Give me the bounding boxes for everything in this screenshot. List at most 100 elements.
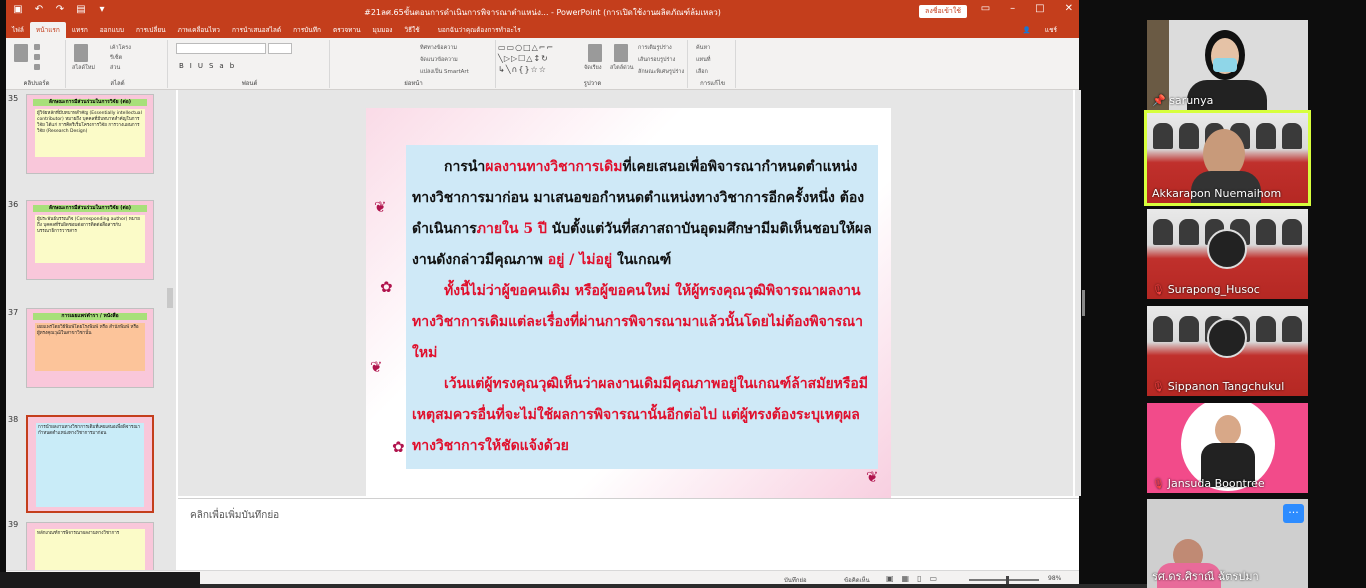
tab-slideshow[interactable]: การนำเสนอสไลด์ bbox=[226, 22, 287, 38]
thumb-body: หลักเกณฑ์การพิจารณาผลงานทางวิชาการ bbox=[35, 529, 145, 571]
participant-face bbox=[1215, 415, 1241, 445]
clipboard-label: คลิปบอร์ด bbox=[23, 80, 50, 87]
tab-design[interactable]: ออกแบบ bbox=[94, 22, 130, 38]
section-button[interactable]: ส่วน bbox=[110, 64, 120, 72]
slide-editor: ❦ ✿ ❦ ✿ ❦ การนำผลงานทางวิชาการเดิมที่เคย… bbox=[178, 90, 1073, 498]
reset-button[interactable]: รีเซ็ต bbox=[110, 54, 122, 62]
slide-thumbnail-35[interactable]: ลักษณะการมีส่วนร่วมในการวิจัย (ต่อ) ผู้ว… bbox=[26, 94, 154, 174]
slides-group: สไลด์ใหม่ เค้าโครง รีเซ็ต ส่วน สไลด์ bbox=[68, 40, 168, 88]
obs-logo-icon bbox=[1207, 229, 1247, 269]
video-tile-sippanon[interactable]: 🎙 Sippanon Tangchukul bbox=[1147, 306, 1308, 396]
shape-fill-button[interactable]: การเติมรูปร่าง bbox=[638, 44, 672, 52]
convert-smartart-button[interactable]: แปลงเป็น SmartArt bbox=[420, 68, 469, 76]
editor-scrollbar[interactable] bbox=[1075, 90, 1081, 496]
thumb-body: เผยแพร่โดยวิธีพิมพ์โดยโรงพิมพ์ หรือ สำนั… bbox=[35, 323, 145, 371]
format-painter-icon[interactable] bbox=[34, 64, 40, 70]
video-tile-surapong[interactable]: 🎙 Surapong_Husoc bbox=[1147, 209, 1308, 299]
thumb-number: 37 bbox=[8, 308, 19, 317]
flower-decoration-icon: ❦ bbox=[370, 358, 383, 376]
find-button[interactable]: ค้นหา bbox=[696, 44, 710, 52]
name-text: Surapong_Husoc bbox=[1167, 283, 1260, 296]
text-direction-button[interactable]: ทิศทางข้อความ bbox=[420, 44, 457, 52]
video-tile-jansuda[interactable]: 🎙 Jansuda Boontree bbox=[1147, 403, 1308, 493]
tab-transitions[interactable]: การเปลี่ยน bbox=[130, 22, 172, 38]
replace-button[interactable]: แทนที่ bbox=[696, 56, 711, 64]
tab-insert[interactable]: แทรก bbox=[66, 22, 94, 38]
font-format-buttons[interactable]: BIUSab bbox=[179, 62, 240, 70]
thumbnail-scrollbar[interactable] bbox=[166, 92, 174, 570]
zoom-slider[interactable] bbox=[969, 579, 1039, 581]
minimize-icon[interactable]: – bbox=[1010, 3, 1015, 14]
pin-icon: 📌 bbox=[1152, 94, 1170, 107]
thumb-number: 38 bbox=[8, 415, 19, 424]
tab-review[interactable]: ตรวจทาน bbox=[327, 22, 367, 38]
arrange-label[interactable]: จัดเรียง bbox=[584, 64, 602, 72]
muted-mic-icon: 🎙 bbox=[1152, 382, 1165, 393]
text-run: ในเกณฑ์ bbox=[612, 252, 672, 268]
sign-in-button[interactable]: ลงชื่อเข้าใช้ bbox=[919, 5, 967, 18]
tell-me-search[interactable]: บอกฉันว่าคุณต้องการทำอะไร bbox=[432, 22, 527, 38]
copy-icon[interactable] bbox=[34, 54, 40, 60]
participant-name: 📌 sarunya bbox=[1152, 94, 1213, 107]
thumb-body: ผู้วิจัยหลักที่มีบทบาทสำคัญ (Essentially… bbox=[35, 109, 145, 157]
video-tile-sarunya[interactable]: 📌 sarunya bbox=[1147, 20, 1308, 110]
close-icon[interactable]: ✕ bbox=[1065, 3, 1073, 14]
quick-styles-icon[interactable] bbox=[614, 44, 628, 62]
cut-icon[interactable] bbox=[34, 44, 40, 50]
maximize-icon[interactable]: □ bbox=[1035, 3, 1044, 14]
scrollbar-thumb[interactable] bbox=[167, 288, 173, 308]
align-text-button[interactable]: จัดแนวข้อความ bbox=[420, 56, 458, 64]
tab-view[interactable]: มุมมอง bbox=[367, 22, 399, 38]
tab-animations[interactable]: ภาพเคลื่อนไหว bbox=[172, 22, 226, 38]
new-slide-label[interactable]: สไลด์ใหม่ bbox=[72, 64, 95, 72]
tab-file[interactable]: ไฟล์ bbox=[6, 22, 30, 38]
share-button[interactable]: 👤 แชร์ bbox=[1011, 22, 1069, 38]
face-mask bbox=[1213, 58, 1237, 72]
quick-styles-label[interactable]: สไตล์ด่วน bbox=[610, 64, 634, 72]
layout-button[interactable]: เค้าโครง bbox=[110, 44, 131, 52]
video-tile-akkarapon[interactable]: Akkarapon Nuemaihom bbox=[1144, 110, 1311, 206]
muted-mic-icon: 🎙 bbox=[1152, 285, 1165, 296]
notes-pane[interactable]: คลิกเพื่อเพิ่มบันทึกย่อ bbox=[178, 498, 1079, 570]
slides-label: สไลด์ bbox=[110, 80, 125, 87]
slide-thumbnail-39[interactable]: หลักเกณฑ์การพิจารณาผลงานทางวิชาการ bbox=[26, 522, 154, 572]
arrange-icon[interactable] bbox=[588, 44, 602, 62]
slide-thumbnail-38-selected[interactable]: การนำผลงานทางวิชาการเดิมที่เคยเสนอเพื่อพ… bbox=[26, 415, 154, 513]
font-size-input[interactable] bbox=[268, 43, 292, 54]
powerpoint-window: ▣ ↶ ↷ ▤ ▾ #21ลศ.65ขั้นตอนการดำเนินการพิจ… bbox=[6, 0, 1081, 588]
view-buttons[interactable]: ▣▦▯▭ bbox=[886, 574, 945, 583]
shape-outline-button[interactable]: เส้นกรอบรูปร่าง bbox=[638, 56, 675, 64]
zoom-slider-thumb[interactable] bbox=[1006, 576, 1009, 584]
slide-thumbnail-36[interactable]: ลักษณะการมีส่วนร่วมในการวิจัย (ต่อ) ผู้ป… bbox=[26, 200, 154, 280]
tab-help[interactable]: วิธีใช้ bbox=[398, 22, 425, 38]
new-slide-icon[interactable] bbox=[74, 44, 88, 62]
select-button[interactable]: เลือก bbox=[696, 68, 708, 76]
document-title: #21ลศ.65ขั้นตอนการดำเนินการพิจารณาตำแหน่… bbox=[364, 8, 721, 17]
zoom-level[interactable]: 98% bbox=[1048, 575, 1061, 582]
ribbon-display-icon[interactable]: ▭ bbox=[981, 3, 990, 14]
highlight-text: อยู่ / ไม่อยู่ bbox=[547, 252, 613, 268]
flower-decoration-icon: ✿ bbox=[380, 278, 393, 296]
thumb-number: 36 bbox=[8, 200, 19, 209]
panel-resize-handle[interactable] bbox=[1082, 290, 1085, 316]
participant-name: Akkarapon Nuemaihom bbox=[1152, 187, 1282, 200]
share-label: แชร์ bbox=[1044, 26, 1057, 34]
thumb-title: การเผยแพร่ตำรา / หนังสือ bbox=[33, 313, 147, 320]
font-name-input[interactable] bbox=[176, 43, 266, 54]
slide-thumbnail-37[interactable]: การเผยแพร่ตำรา / หนังสือ เผยแพร่โดยวิธีพ… bbox=[26, 308, 154, 388]
participant-name: 🎙 Jansuda Boontree bbox=[1152, 477, 1265, 490]
paste-icon[interactable] bbox=[14, 44, 28, 62]
more-options-button[interactable]: ··· bbox=[1283, 504, 1304, 523]
flower-decoration-icon: ❦ bbox=[374, 198, 387, 216]
current-slide[interactable]: ❦ ✿ ❦ ✿ ❦ การนำผลงานทางวิชาการเดิมที่เคย… bbox=[366, 108, 891, 498]
notes-placeholder: คลิกเพื่อเพิ่มบันทึกย่อ bbox=[190, 510, 280, 521]
ribbon: คลิปบอร์ด สไลด์ใหม่ เค้าโครง รีเซ็ต ส่วน… bbox=[6, 38, 1079, 90]
slide-text-box[interactable]: การนำผลงานทางวิชาการเดิมที่เคยเสนอเพื่อพ… bbox=[406, 145, 878, 469]
tab-home[interactable]: หน้าแรก bbox=[29, 22, 66, 38]
window-controls: ▭ – □ ✕ bbox=[981, 3, 1073, 14]
clipboard-group: คลิปบอร์ด bbox=[8, 40, 66, 88]
flower-decoration-icon: ❦ bbox=[866, 468, 879, 486]
highlight-text: ภายใน 5 ปี bbox=[476, 221, 547, 237]
shape-effects-button[interactable]: ลักษณะพิเศษรูปร่าง bbox=[638, 68, 684, 76]
tab-record[interactable]: การบันทึก bbox=[287, 22, 327, 38]
